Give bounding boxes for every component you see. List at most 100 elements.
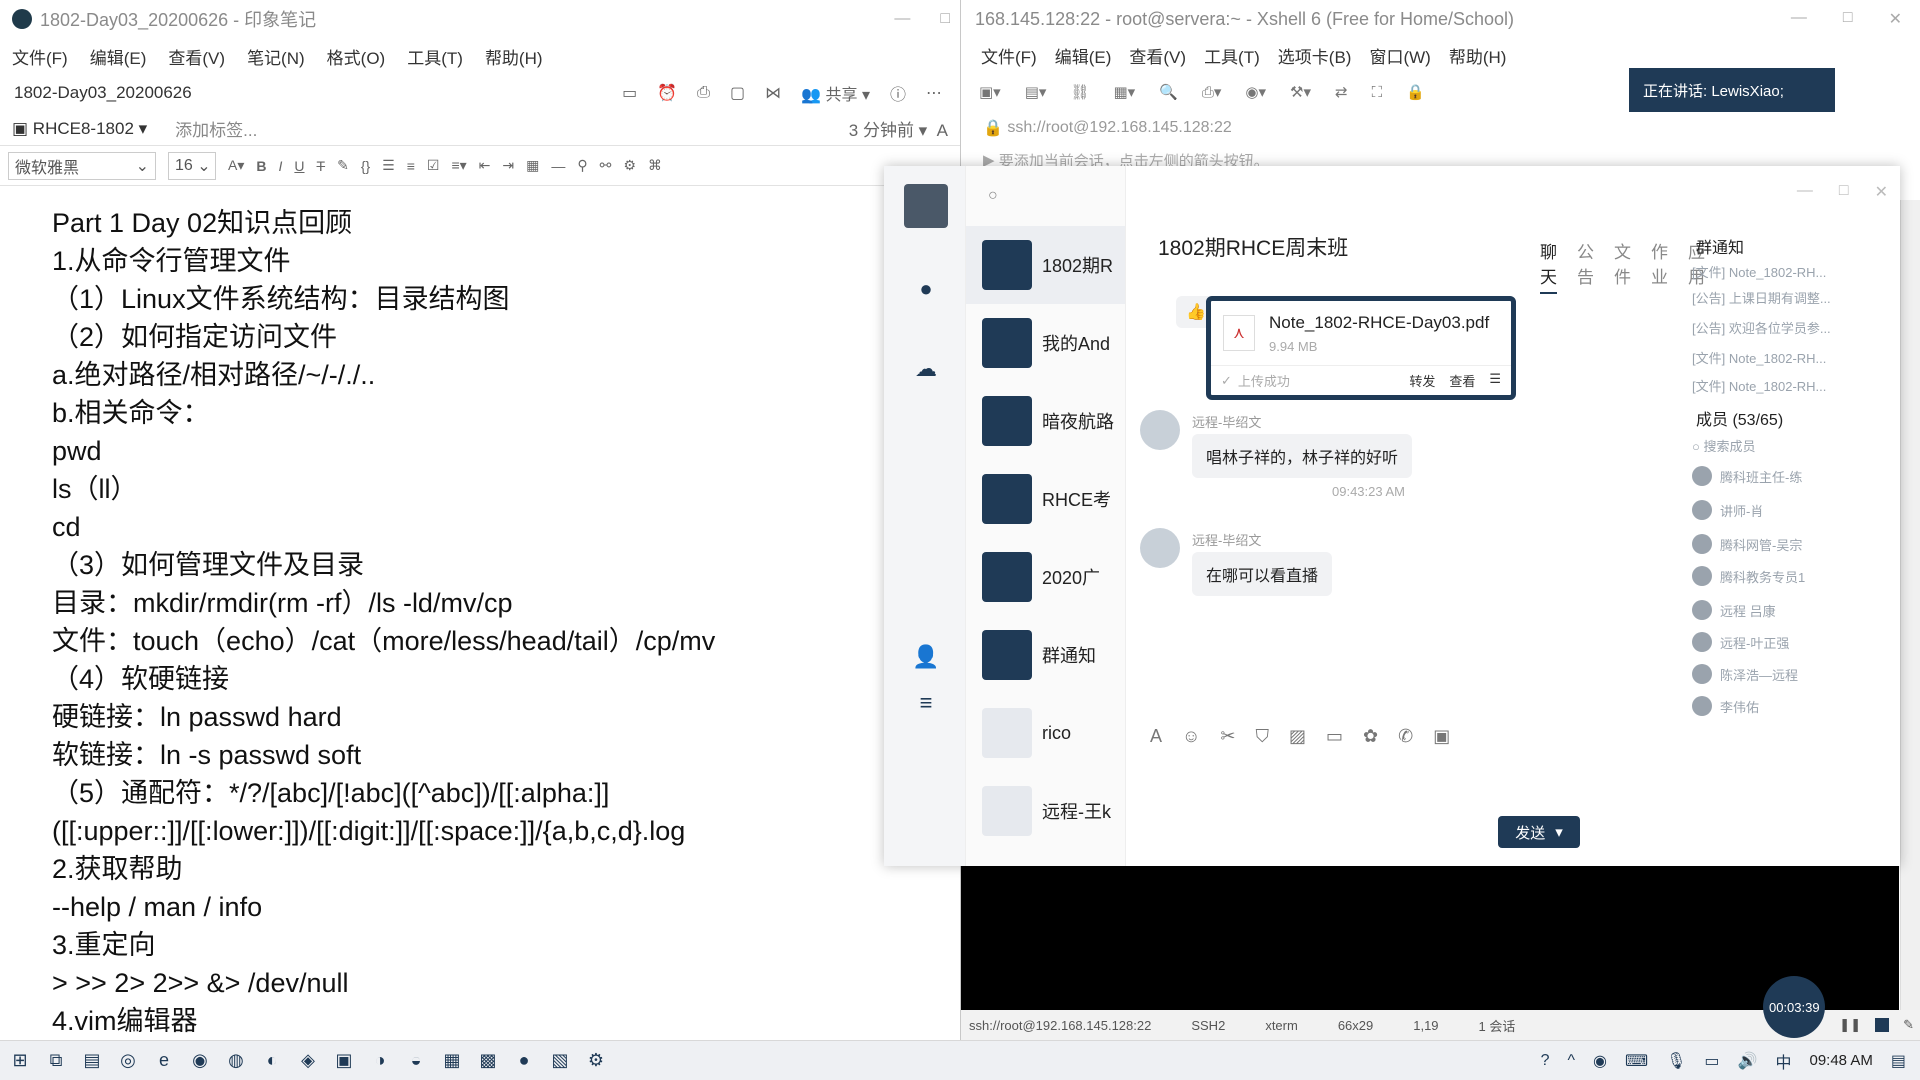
menu-file[interactable]: 文件(F) (12, 44, 68, 69)
tab-announcement[interactable]: 公告 (1577, 238, 1594, 294)
info-icon[interactable]: ⓘ (890, 81, 906, 105)
forward-button[interactable]: 转发 (1409, 371, 1435, 390)
app-icon[interactable]: ● (508, 1045, 540, 1077)
link-icon[interactable]: ⛓ (1070, 83, 1089, 101)
notice-item[interactable]: [文件] Note_1802-RH... (1692, 348, 1826, 367)
network-icon[interactable]: ◉ (1593, 1051, 1607, 1071)
print-icon[interactable]: ⎙▾ (1202, 83, 1222, 101)
highlight-icon[interactable]: ✎ (337, 157, 349, 174)
xs-menu-file[interactable]: 文件(F) (981, 43, 1037, 68)
outdent-icon[interactable]: ⇤ (479, 157, 491, 174)
settings-icon[interactable]: ⚙ (580, 1045, 612, 1077)
app-icon[interactable]: ◉ (184, 1045, 216, 1077)
scissors-icon[interactable]: ✂ (1220, 726, 1235, 747)
menu-note[interactable]: 笔记(N) (247, 44, 305, 69)
image-icon[interactable]: ▨ (1289, 726, 1306, 747)
minimize-icon[interactable]: — (894, 10, 910, 28)
member-item[interactable]: 远程-叶正强 (1692, 632, 1789, 652)
task-view-icon[interactable]: ⧉ (40, 1045, 72, 1077)
avatar[interactable] (1140, 410, 1180, 450)
maximize-icon[interactable]: □ (1843, 9, 1853, 29)
app-icon[interactable]: ◒ (400, 1045, 432, 1077)
keyboard-icon[interactable]: ⌨ (1625, 1051, 1648, 1071)
font-family-select[interactable]: 微软雅黑 ⌄ (8, 151, 156, 180)
menu-edit[interactable]: 编辑(E) (90, 44, 147, 69)
member-item[interactable]: 讲师-肖 (1692, 500, 1763, 520)
checkbox-icon[interactable]: ☑ (427, 157, 440, 174)
pen-icon[interactable]: ✎ (1903, 1017, 1914, 1033)
windows-start-icon[interactable]: ⊞ (4, 1045, 36, 1077)
list-item[interactable]: 2020广 (966, 538, 1125, 616)
new-session-icon[interactable]: ▣▾ (979, 83, 1001, 101)
app-icon[interactable]: ◍ (220, 1045, 252, 1077)
bold-icon[interactable]: B (256, 158, 266, 174)
member-item[interactable]: 腾科网管-吴宗 (1692, 534, 1802, 554)
print-icon[interactable]: ⎙ (697, 84, 710, 102)
font-icon[interactable]: A (1150, 726, 1162, 747)
menu-tools[interactable]: 工具(T) (407, 44, 463, 69)
app-icon[interactable]: ◐ (256, 1045, 288, 1077)
menu-help[interactable]: 帮助(H) (485, 44, 543, 69)
session-address-bar[interactable]: 🔒 ssh://root@192.168.145.128:22 (961, 112, 1920, 144)
avatar[interactable] (1140, 528, 1180, 568)
maximize-icon[interactable]: □ (940, 10, 950, 28)
xs-menu-help[interactable]: 帮助(H) (1449, 43, 1507, 68)
add-contact-icon[interactable]: 👤 (912, 644, 940, 672)
chrome-icon[interactable]: ◎ (112, 1045, 144, 1077)
view-button[interactable]: 查看 (1449, 371, 1475, 390)
file-card[interactable]: ⋏ Note_1802-RHCE-Day03.pdf 9.94 MB ✓ 上传成… (1206, 296, 1516, 400)
underline-icon[interactable]: U (294, 158, 304, 174)
minimize-icon[interactable]: — (1791, 9, 1807, 29)
tools-icon[interactable]: ⚒▾ (1290, 83, 1311, 101)
phone-icon[interactable]: ✆ (1398, 726, 1413, 747)
share-node-icon[interactable]: ⋈ (765, 83, 781, 103)
link-icon[interactable]: ⚲ (577, 157, 587, 174)
list-item[interactable]: 群通知 (966, 616, 1125, 694)
notice-item[interactable]: [公告] 欢迎各位学员参... (1692, 318, 1831, 337)
tab-files[interactable]: 文件 (1614, 238, 1631, 294)
cloud-icon[interactable]: ☁ (912, 356, 940, 384)
text-color-icon[interactable]: A▾ (228, 157, 244, 174)
transfer-icon[interactable]: ⇄ (1335, 83, 1348, 101)
xs-menu-view[interactable]: 查看(V) (1129, 43, 1186, 68)
indent-icon[interactable]: ⇥ (502, 157, 514, 174)
xs-menu-edit[interactable]: 编辑(E) (1055, 43, 1112, 68)
terminal-scrollbar[interactable] (1900, 200, 1920, 1010)
gift-icon[interactable]: ✿ (1363, 726, 1378, 747)
properties-icon[interactable]: ▦▾ (1113, 83, 1135, 101)
volume-icon[interactable]: 🔊 (1738, 1051, 1758, 1071)
notice-item[interactable]: [公告] 上课日期有调整... (1692, 288, 1831, 307)
share-button[interactable]: 👥 共享 ▾ (801, 81, 870, 105)
search-icon[interactable]: 🔍 (1159, 83, 1178, 101)
notebook-selector[interactable]: ▣ RHCE8-1802 ▾ (12, 119, 147, 139)
help-icon[interactable]: ? (1541, 1052, 1550, 1070)
avatar[interactable] (904, 184, 948, 228)
menu-view[interactable]: 查看(V) (168, 44, 225, 69)
divider-icon[interactable]: — (551, 158, 565, 174)
globe-icon[interactable]: ◉▾ (1245, 83, 1266, 101)
notice-item[interactable]: [文件] Note_1802-RH... (1692, 376, 1826, 395)
tab-chat[interactable]: 聊天 (1540, 238, 1557, 294)
app-icon[interactable]: ▩ (472, 1045, 504, 1077)
table-icon[interactable]: ▦ (526, 157, 539, 174)
command-icon[interactable]: ⌘ (648, 157, 662, 174)
add-tag-field[interactable]: 添加标签... (175, 116, 257, 141)
battery-icon[interactable]: ▭ (1704, 1051, 1719, 1071)
fullscreen-icon[interactable]: ⛶ (1372, 84, 1383, 101)
member-item[interactable]: 腾科教务专员1 (1692, 566, 1805, 586)
chat-bubble-icon[interactable]: ● (912, 276, 940, 304)
stop-icon[interactable] (1875, 1018, 1890, 1032)
notice-item[interactable]: [文件] Note_1802-RH... (1692, 262, 1826, 281)
pause-icon[interactable]: ❚❚ (1839, 1017, 1861, 1033)
app-icon[interactable]: ◑ (364, 1045, 396, 1077)
strikethrough-icon[interactable]: T (317, 158, 326, 174)
member-search[interactable]: ○ 搜索成员 (1692, 436, 1755, 455)
member-item[interactable]: 远程 吕康 (1692, 600, 1776, 620)
member-item[interactable]: 腾科班主任-练 (1692, 466, 1802, 486)
bullet-list-icon[interactable]: ☰ (382, 157, 395, 174)
app-icon[interactable]: ▧ (544, 1045, 576, 1077)
terminal-area[interactable] (961, 860, 1899, 1010)
list-item[interactable]: 远程-王k (966, 772, 1125, 850)
taskbar-clock[interactable]: 09:48 AM (1809, 1052, 1872, 1069)
chevron-up-icon[interactable]: ^ (1568, 1052, 1576, 1070)
